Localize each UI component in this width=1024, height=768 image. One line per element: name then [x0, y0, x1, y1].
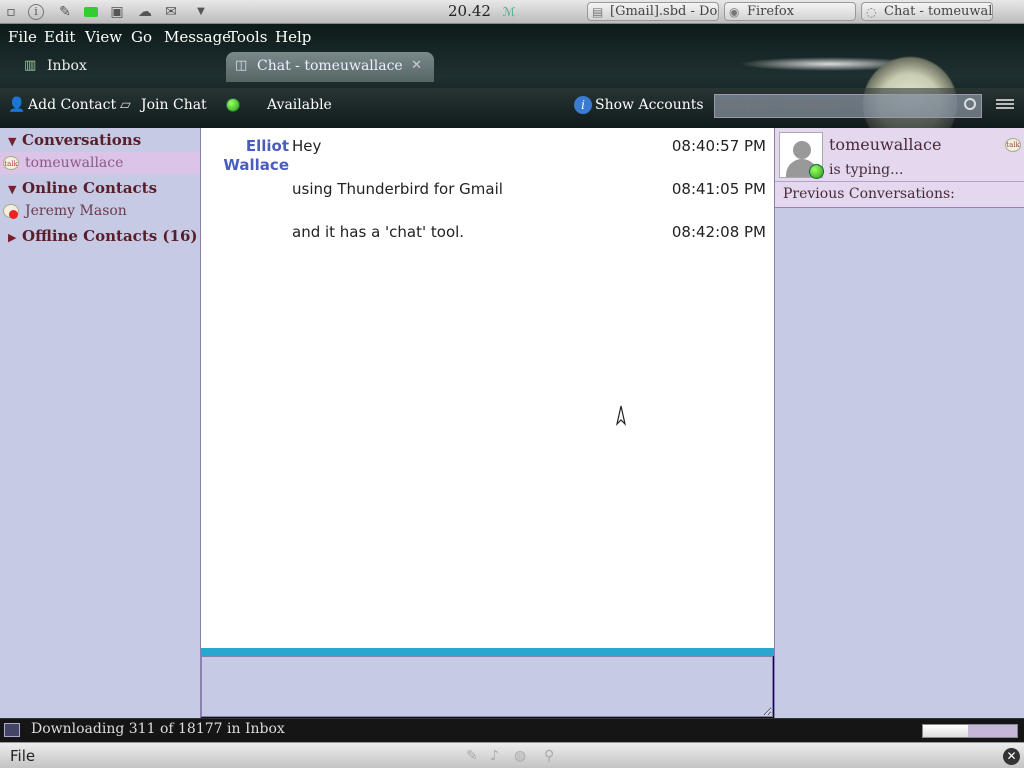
app-menu-icon[interactable]	[996, 97, 1014, 113]
network-icon[interactable]: ▣	[108, 3, 126, 21]
menu-message[interactable]: Message	[164, 28, 231, 46]
conversation-item[interactable]: talk tomeuwallace	[0, 152, 200, 174]
app-icon[interactable]: ℳ	[500, 3, 518, 21]
contact-card: tomeuwallace is typing... talk	[775, 128, 1024, 182]
tab-label: Chat - tomeuwallace	[257, 58, 403, 74]
inbox-icon: ▥	[24, 58, 37, 73]
mic-icon[interactable]: ✎	[466, 748, 478, 764]
buddy-name: tomeuwallace	[829, 135, 942, 154]
message-input[interactable]	[201, 656, 773, 717]
menu-edit[interactable]: Edit	[44, 28, 75, 46]
clock[interactable]: 20.42	[448, 2, 491, 20]
show-accounts-button[interactable]: i Show Accounts	[574, 96, 704, 114]
online-status-icon	[809, 164, 824, 179]
file-label[interactable]: File	[10, 747, 35, 765]
pen-icon[interactable]: ✎	[56, 3, 74, 21]
taskbar-item-chat[interactable]: ◌ Chat - tomeuwalla	[861, 2, 993, 21]
menu-view[interactable]: View	[85, 28, 122, 46]
expand-triangle-icon: ▼	[8, 183, 17, 196]
search-input[interactable]	[714, 94, 982, 118]
typing-status: is typing...	[829, 162, 904, 178]
app-header: File Edit View Go Message Tools Help ▥ I…	[0, 24, 1024, 128]
talk-icon: talk	[1005, 138, 1021, 152]
firefox-icon: ◉	[729, 5, 740, 19]
contacts-sidebar: ▼ Conversations talk tomeuwallace ▼ Online…	[0, 128, 201, 718]
message-text: using Thunderbird for Gmail	[292, 180, 503, 198]
add-contact-icon: 👤	[8, 97, 26, 113]
join-chat-button[interactable]: ▱ Join Chat	[120, 96, 207, 114]
mail-icon[interactable]: ✉	[162, 3, 180, 21]
expand-triangle-icon: ▼	[8, 135, 17, 148]
tab-label: Inbox	[47, 58, 87, 74]
chat-toolbar: 👤 Add Contact ▱ Join Chat Available i Sh…	[0, 88, 1024, 128]
avatar-head-icon	[793, 141, 811, 159]
collapse-triangle-icon: ▶	[8, 231, 17, 244]
status-bar: Downloading 311 of 18177 in Inbox	[0, 718, 1024, 742]
status-text: Downloading 311 of 18177 in Inbox	[31, 721, 285, 737]
talk-icon: talk	[3, 156, 19, 170]
chat-icon: ◌	[866, 5, 877, 19]
menu-file[interactable]: File	[8, 28, 37, 46]
message-timestamp: 08:42:08 PM	[671, 223, 766, 241]
conversations-group[interactable]: ▼ Conversations	[8, 131, 141, 149]
add-contact-button[interactable]: 👤 Add Contact	[8, 96, 116, 114]
bottom-panel: File ✎ ♪ ◍ ⚲ ✕	[0, 742, 1024, 768]
taskbar-item-gmail[interactable]: ▤ [Gmail].sbd - Dol	[587, 2, 719, 21]
input-splitter[interactable]	[201, 648, 774, 656]
close-icon[interactable]: ✕	[1003, 748, 1020, 765]
offline-contacts-group[interactable]: ▶ Offline Contacts (16)	[8, 227, 197, 245]
window-menu-icon[interactable]: ▫	[2, 3, 20, 21]
chat-icon: ◫	[235, 58, 248, 73]
message-text: Hey	[292, 137, 322, 155]
tab-inbox[interactable]: ▥ Inbox	[0, 52, 222, 82]
download-progress-bar	[922, 724, 1018, 738]
menu-tools[interactable]: Tools	[228, 28, 267, 46]
contact-info-pane: tomeuwallace is typing... talk Previous …	[774, 128, 1024, 718]
message-sender: Elliot Wallace	[223, 137, 289, 174]
info-icon: i	[574, 96, 592, 114]
tab-chat[interactable]: ◫ Chat - tomeuwallace ✕	[226, 52, 434, 82]
mouse-cursor-icon	[615, 405, 627, 426]
search-icon[interactable]: ⚲	[544, 748, 554, 764]
online-contacts-group[interactable]: ▼ Online Contacts	[8, 179, 157, 197]
status-indicator-icon[interactable]	[226, 98, 240, 112]
previous-conversations-label[interactable]: Previous Conversations:	[775, 182, 1024, 208]
folder-icon: ▤	[592, 5, 604, 19]
system-panel: ▫ i ✎ ▣ ☁ ✉ ▼ 20.42 ℳ ▤ [Gmail].sbd - Do…	[0, 0, 1024, 24]
search-icon	[964, 98, 976, 110]
battery-icon[interactable]	[84, 7, 98, 17]
chat-bubbles-icon: ▱	[120, 97, 131, 113]
cloud-icon[interactable]: ☁	[136, 3, 154, 21]
progress-fill	[923, 725, 969, 737]
message-timestamp: 08:41:05 PM	[671, 180, 766, 198]
music-icon[interactable]: ♪	[490, 748, 499, 764]
connection-icon[interactable]	[4, 723, 20, 737]
menu-go[interactable]: Go	[131, 28, 152, 46]
busy-status-icon	[9, 210, 18, 219]
menu-help[interactable]: Help	[275, 28, 311, 46]
info-icon[interactable]: i	[28, 4, 44, 20]
message-timestamp: 08:40:57 PM	[671, 137, 766, 155]
taskbar-item-firefox[interactable]: ◉ Firefox	[724, 2, 856, 21]
close-icon[interactable]: ✕	[411, 52, 422, 80]
globe-icon[interactable]: ◍	[514, 748, 526, 764]
status-label[interactable]: Available	[267, 96, 332, 114]
chevron-down-icon[interactable]: ▼	[192, 3, 210, 21]
conversation-pane[interactable]: Elliot Wallace Hey 08:40:57 PM using Thu…	[201, 128, 774, 650]
contact-item[interactable]: Jeremy Mason	[0, 200, 200, 222]
message-text: and it has a 'chat' tool.	[292, 223, 465, 241]
